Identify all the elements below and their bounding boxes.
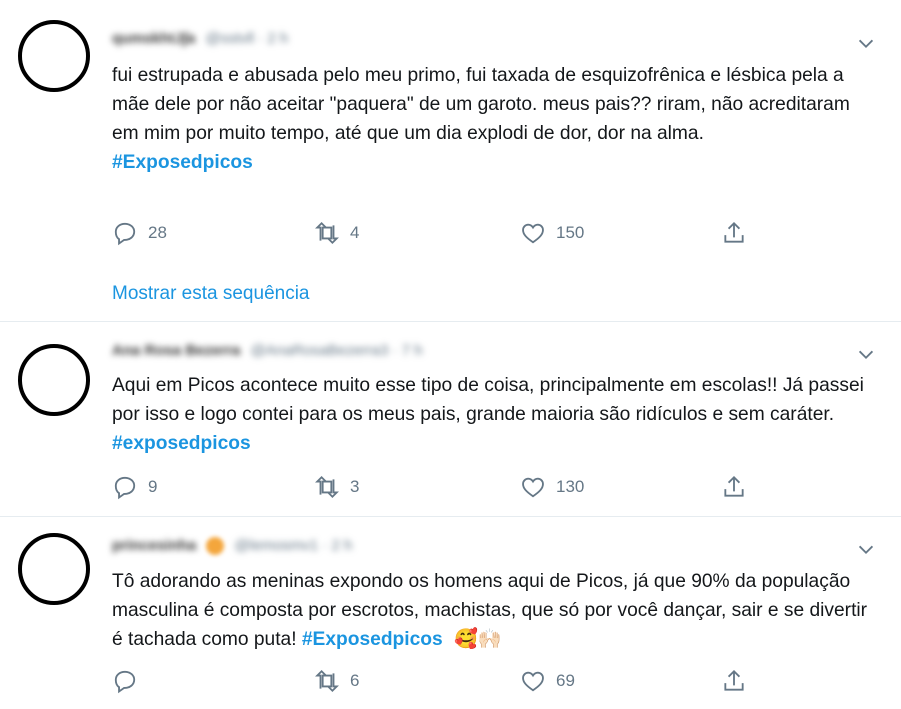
- author-emoji: [206, 537, 225, 556]
- tweet[interactable]: princesinha @lemosmv1 · 2 h Tô adorando …: [0, 517, 901, 709]
- tweet-text: Aqui em Picos acontece muito esse tipo d…: [112, 371, 872, 458]
- hashtag-link[interactable]: #Exposedpicos: [112, 148, 872, 177]
- reply-icon: [114, 476, 136, 500]
- retweet-count: 3: [350, 477, 360, 496]
- share-button[interactable]: [721, 668, 757, 694]
- avatar[interactable]: [18, 533, 90, 605]
- share-button[interactable]: [721, 474, 757, 500]
- tweet-body: fui estrupada e abusada pelo meu primo, …: [112, 65, 850, 144]
- avatar[interactable]: [18, 20, 90, 92]
- hashtag-link[interactable]: #Exposedpicos: [302, 629, 443, 650]
- tweet[interactable]: qumskhtJ∫a @sstvll · 2 h fui estrupada e…: [0, 0, 901, 322]
- hashtag-link[interactable]: #exposedpicos: [112, 433, 251, 454]
- retweet-button[interactable]: 4: [314, 220, 359, 246]
- author-handle[interactable]: @sstvll · 2 h: [205, 30, 288, 47]
- reply-button[interactable]: 9: [112, 474, 157, 500]
- reply-button[interactable]: 28: [112, 220, 167, 246]
- retweet-button[interactable]: 6: [314, 668, 359, 694]
- tweet-actions: 28 4 150: [112, 220, 772, 248]
- author-handle[interactable]: @AnaRosaBezerra3 · 7 h: [251, 342, 423, 359]
- like-button[interactable]: 150: [520, 220, 584, 246]
- tweet-text: Tô adorando as meninas expondo os homens…: [112, 567, 872, 654]
- like-count: 69: [556, 671, 575, 690]
- like-icon: [522, 671, 544, 692]
- like-count: 150: [556, 223, 585, 242]
- chevron-down-icon[interactable]: [855, 344, 877, 366]
- chevron-down-icon[interactable]: [855, 33, 877, 55]
- share-button[interactable]: [721, 220, 757, 246]
- retweet-count: 6: [350, 671, 360, 690]
- like-button[interactable]: 130: [520, 474, 584, 500]
- tweet-header: Ana Rosa Bezerra @AnaRosaBezerra3 · 7 h: [112, 342, 423, 364]
- chevron-down-icon[interactable]: [855, 539, 877, 561]
- reply-icon: [114, 222, 136, 246]
- like-button[interactable]: 69: [520, 668, 575, 694]
- like-count: 130: [556, 477, 585, 496]
- author-name[interactable]: qumskhtJ∫a: [112, 30, 195, 47]
- tweet-body: Aqui em Picos acontece muito esse tipo d…: [112, 375, 864, 425]
- reply-count: 28: [148, 223, 167, 242]
- tweet-actions: 9 3 130: [112, 474, 772, 502]
- author-name[interactable]: princesinha: [112, 537, 196, 554]
- tweet-text: fui estrupada e abusada pelo meu primo, …: [112, 61, 872, 177]
- author-handle[interactable]: @lemosmv1 · 2 h: [235, 537, 353, 554]
- like-icon: [522, 477, 544, 498]
- share-icon: [724, 475, 744, 497]
- retweet-icon: [315, 669, 339, 693]
- show-thread-link[interactable]: Mostrar esta sequência: [112, 283, 310, 305]
- emoji-sequence: 🥰🙌🏻: [454, 629, 502, 651]
- share-icon: [724, 221, 744, 243]
- retweet-count: 4: [350, 223, 360, 242]
- reply-count: 9: [148, 477, 158, 496]
- tweet-actions: 6 69: [112, 668, 772, 696]
- reply-icon: [114, 670, 136, 694]
- reply-button[interactable]: [112, 668, 148, 694]
- retweet-button[interactable]: 3: [314, 474, 359, 500]
- tweet-header: princesinha @lemosmv1 · 2 h: [112, 537, 352, 559]
- share-icon: [724, 669, 744, 691]
- like-icon: [522, 223, 544, 244]
- retweet-icon: [315, 221, 339, 245]
- tweet[interactable]: Ana Rosa Bezerra @AnaRosaBezerra3 · 7 h …: [0, 322, 901, 517]
- author-name[interactable]: Ana Rosa Bezerra: [112, 342, 240, 359]
- tweet-header: qumskhtJ∫a @sstvll · 2 h: [112, 30, 288, 52]
- retweet-icon: [315, 475, 339, 499]
- avatar[interactable]: [18, 344, 90, 416]
